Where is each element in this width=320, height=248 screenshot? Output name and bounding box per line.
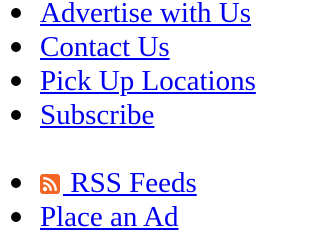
- bullet-icon: [11, 110, 21, 120]
- bullet-icon: [11, 8, 21, 18]
- rss-feeds-link[interactable]: RSS Feeds: [40, 167, 197, 199]
- pick-up-locations-link[interactable]: Pick Up Locations: [40, 65, 256, 97]
- extra-links-list: RSS Feeds Place an Ad: [0, 166, 282, 234]
- list-item: Pick Up Locations: [0, 64, 282, 98]
- place-an-ad-link[interactable]: Place an Ad: [40, 201, 179, 233]
- list-item: Contact Us: [0, 30, 282, 64]
- bullet-icon: [11, 42, 21, 52]
- list-item: Place an Ad: [0, 200, 282, 234]
- footer-links-list: Advertise with Us Contact Us Pick Up Loc…: [0, 0, 282, 132]
- list-item: Subscribe: [0, 98, 282, 132]
- bullet-icon: [11, 212, 21, 222]
- advertise-with-us-link[interactable]: Advertise with Us: [40, 0, 251, 29]
- rss-icon: [40, 174, 60, 194]
- bullet-icon: [11, 178, 21, 188]
- rss-feeds-label: RSS Feeds: [63, 167, 197, 199]
- contact-us-link[interactable]: Contact Us: [40, 31, 170, 63]
- list-item: RSS Feeds: [0, 166, 282, 200]
- list-item: Advertise with Us: [0, 0, 282, 30]
- bullet-icon: [11, 76, 21, 86]
- subscribe-link[interactable]: Subscribe: [40, 99, 154, 131]
